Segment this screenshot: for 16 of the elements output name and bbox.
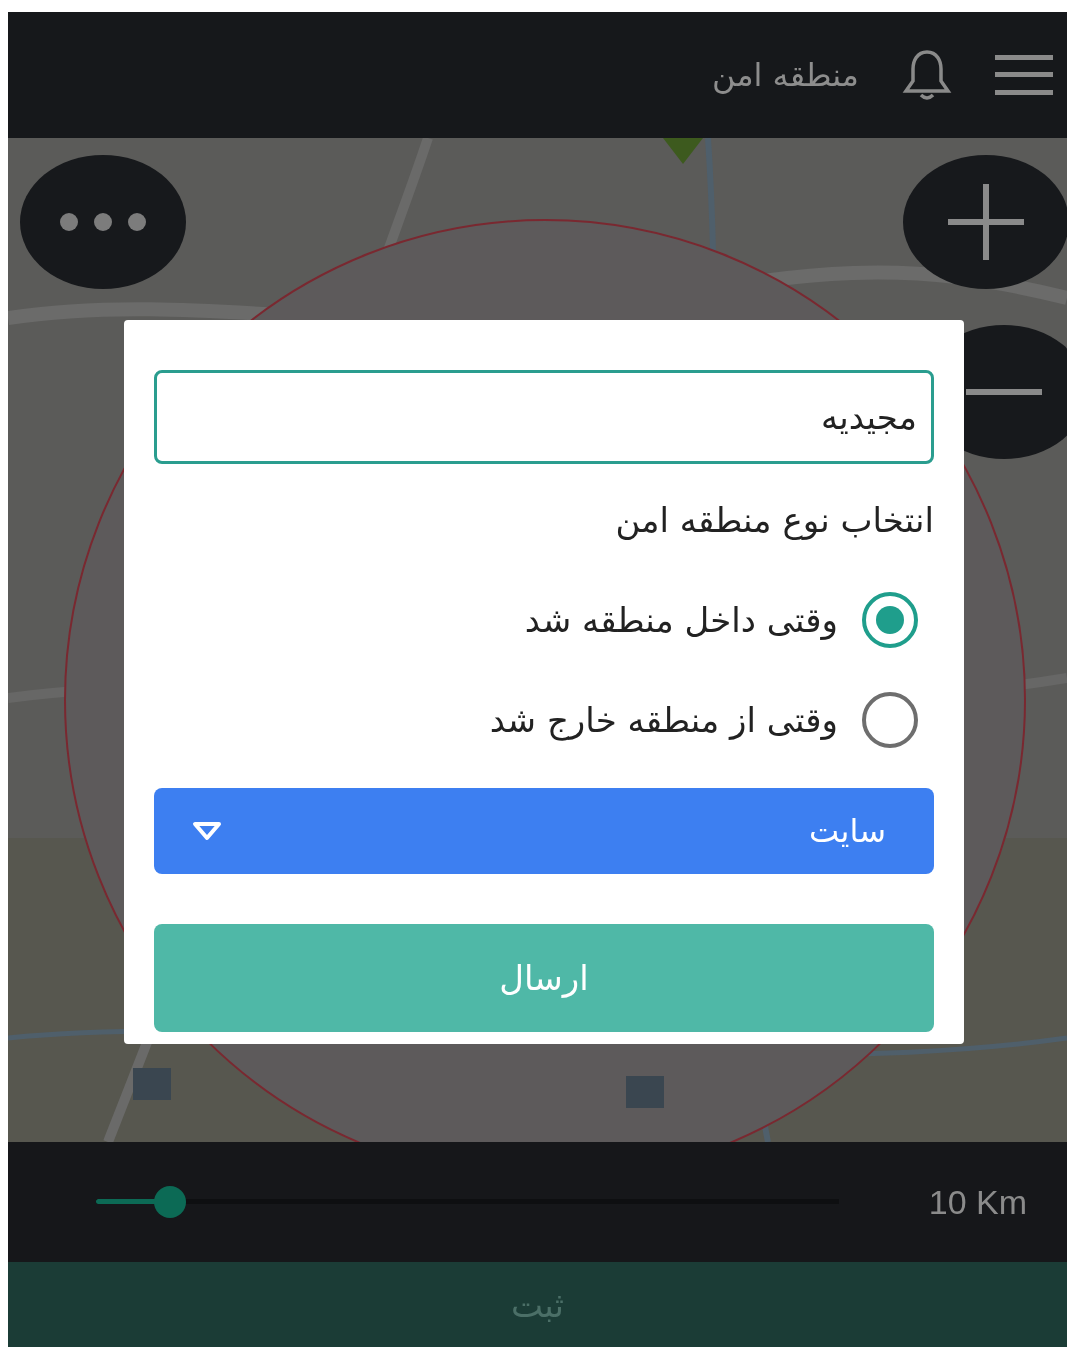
screen-title: منطقه امن: [712, 56, 859, 94]
submit-button[interactable]: ارسال: [154, 924, 934, 1032]
slider-thumb[interactable]: [154, 1186, 187, 1218]
option-label: وقتی از منطقه خارج شد: [489, 700, 838, 740]
dialog-heading: انتخاب نوع منطقه امن: [614, 500, 934, 540]
type-dropdown[interactable]: سایت: [154, 788, 934, 874]
more-icon: [59, 212, 147, 232]
radius-value: 10 Km: [928, 1182, 1027, 1222]
radio-button[interactable]: [862, 592, 918, 648]
plus-icon: [948, 184, 1024, 260]
radio-button[interactable]: [862, 692, 918, 748]
name-field[interactable]: مجیدیه: [154, 370, 934, 464]
caret-icon: [192, 821, 222, 841]
menu-icon[interactable]: [995, 55, 1053, 95]
option-label: وقتی داخل منطقه شد: [524, 600, 838, 640]
minus-icon: [966, 389, 1042, 395]
